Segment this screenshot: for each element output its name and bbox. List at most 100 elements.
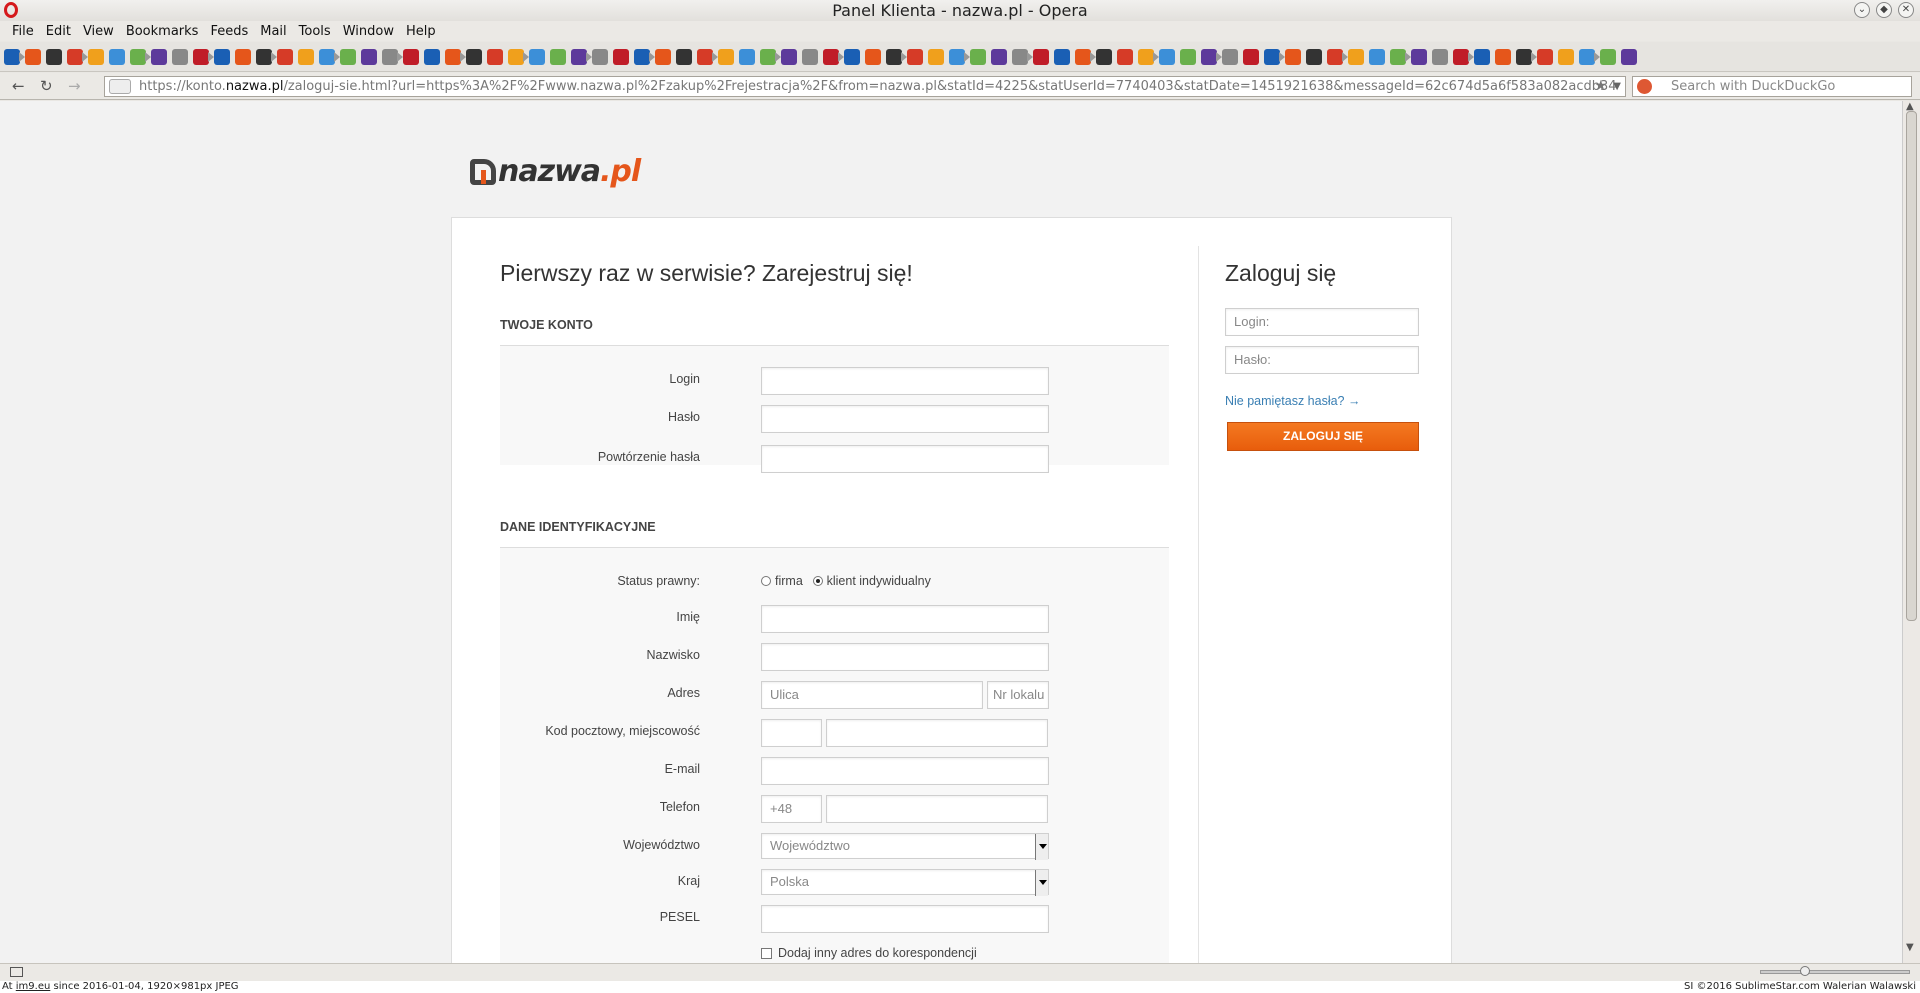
bookmark-tab[interactable] [44, 46, 64, 68]
bookmark-tab[interactable] [1031, 46, 1051, 68]
bookmark-tab[interactable] [1304, 46, 1324, 68]
bookmark-star-icon[interactable]: ★ [1594, 77, 1607, 96]
bookmark-tab[interactable] [1010, 46, 1033, 68]
bookmark-tab[interactable] [65, 46, 88, 68]
bookmark-tab[interactable] [1262, 46, 1285, 68]
bookmark-tab[interactable] [1136, 46, 1159, 68]
status-individual-radio[interactable] [812, 576, 823, 586]
bookmark-tab[interactable] [1157, 46, 1177, 68]
register-password-repeat-input[interactable] [761, 445, 1049, 473]
bookmark-tab[interactable] [170, 46, 190, 68]
site-logo[interactable]: nazwa.pl [470, 154, 641, 189]
bookmark-tab[interactable] [506, 46, 529, 68]
bookmark-tab[interactable] [1388, 46, 1411, 68]
bookmark-tab[interactable] [338, 46, 358, 68]
bookmark-tab[interactable] [1220, 46, 1240, 68]
menu-mail[interactable]: Mail [256, 24, 294, 39]
bookmark-tab[interactable] [1325, 46, 1348, 68]
bookmark-tab[interactable] [1094, 46, 1114, 68]
bookmark-tab[interactable] [1535, 46, 1555, 68]
bookmark-tab[interactable] [800, 46, 820, 68]
menu-feeds[interactable]: Feeds [206, 24, 256, 39]
country-select[interactable]: Polska [761, 869, 1049, 896]
menu-edit[interactable]: Edit [42, 24, 79, 39]
bookmark-tab[interactable] [86, 46, 106, 68]
bookmark-tab[interactable] [485, 46, 505, 68]
bookmark-tab[interactable] [989, 46, 1009, 68]
alt-address-checkbox[interactable] [761, 948, 772, 959]
first-name-input[interactable] [761, 605, 1049, 633]
city-input[interactable] [826, 719, 1048, 747]
bookmark-tab[interactable] [863, 46, 883, 68]
bookmark-tab[interactable] [1577, 46, 1600, 68]
bookmark-tab[interactable] [1514, 46, 1537, 68]
postal-code-input[interactable] [761, 719, 822, 747]
bookmark-tab[interactable] [1115, 46, 1135, 68]
bookmark-tab[interactable] [947, 46, 970, 68]
bookmark-tab[interactable] [1472, 46, 1492, 68]
bookmark-tab[interactable] [1073, 46, 1096, 68]
bookmark-tab[interactable] [695, 46, 718, 68]
unit-number-input[interactable]: Nr lokalu [987, 681, 1049, 709]
menu-tools[interactable]: Tools [295, 24, 339, 39]
bookmark-tab[interactable] [275, 46, 295, 68]
bookmark-tab[interactable] [212, 46, 232, 68]
bookmark-tab[interactable] [779, 46, 799, 68]
bookmark-tab[interactable] [821, 46, 844, 68]
phone-input[interactable] [826, 795, 1048, 823]
bookmark-tab[interactable] [1619, 46, 1639, 68]
duckduckgo-icon[interactable] [1637, 79, 1652, 94]
bookmark-tab[interactable] [590, 46, 610, 68]
bookmark-tab[interactable] [443, 46, 466, 68]
url-history-dropdown-icon[interactable]: ▼ [1613, 77, 1621, 96]
chevron-down-icon[interactable] [1035, 834, 1048, 860]
scroll-down-icon[interactable]: ▼ [1906, 942, 1914, 953]
back-icon[interactable]: ← [12, 77, 25, 95]
bookmark-tab[interactable] [548, 46, 568, 68]
menu-file[interactable]: File [8, 24, 42, 39]
bookmark-tab[interactable] [884, 46, 907, 68]
menu-help[interactable]: Help [402, 24, 444, 39]
email-input[interactable] [761, 757, 1049, 785]
bookmark-tab[interactable] [233, 46, 253, 68]
bookmark-tab[interactable] [1199, 46, 1222, 68]
login-input[interactable]: Login: [1225, 308, 1419, 336]
bookmark-tab[interactable] [1346, 46, 1366, 68]
street-input[interactable]: Ulica [761, 681, 983, 709]
bookmark-tab[interactable] [422, 46, 442, 68]
menu-window[interactable]: Window [339, 24, 402, 39]
register-login-input[interactable] [761, 367, 1049, 395]
footer-site-link[interactable]: im9.eu [16, 981, 51, 992]
last-name-input[interactable] [761, 643, 1049, 671]
bookmark-tab[interactable] [317, 46, 340, 68]
vertical-scrollbar[interactable]: ▲ ▼ [1902, 101, 1920, 963]
bookmark-tab[interactable] [2, 46, 25, 68]
bookmark-tab[interactable] [653, 46, 673, 68]
bookmark-tab[interactable] [842, 46, 862, 68]
reload-icon[interactable]: ↻ [40, 77, 53, 95]
address-input[interactable]: https://konto.nazwa.pl/zaloguj-sie.html?… [104, 76, 1626, 97]
minimize-button[interactable]: ⌄ [1854, 2, 1870, 18]
site-info-icon[interactable] [109, 79, 131, 94]
forward-icon[interactable]: → [68, 77, 81, 95]
search-input[interactable]: Search with DuckDuckGo [1632, 76, 1912, 97]
bookmark-tab[interactable] [1556, 46, 1576, 68]
bookmark-tab[interactable] [1430, 46, 1450, 68]
bookmark-tab[interactable] [611, 46, 631, 68]
bookmark-tab[interactable] [1241, 46, 1261, 68]
bookmark-tab[interactable] [149, 46, 169, 68]
bookmark-tab[interactable] [527, 46, 547, 68]
scrollbar-thumb[interactable] [1906, 111, 1917, 621]
bookmark-tab[interactable] [1598, 46, 1618, 68]
bookmark-tab[interactable] [674, 46, 694, 68]
status-company-radio[interactable] [761, 576, 771, 586]
phone-prefix-input[interactable]: +48 [761, 795, 822, 823]
close-window-button[interactable]: ✕ [1898, 2, 1914, 18]
login-password-input[interactable]: Hasło: [1225, 346, 1419, 374]
maximize-button[interactable]: ◆ [1876, 2, 1892, 18]
login-button[interactable]: ZALOGUJ SIĘ [1227, 422, 1419, 451]
register-password-input[interactable] [761, 405, 1049, 433]
zoom-slider[interactable] [1760, 970, 1910, 974]
bookmark-tab[interactable] [1409, 46, 1429, 68]
bookmark-tab[interactable] [569, 46, 592, 68]
